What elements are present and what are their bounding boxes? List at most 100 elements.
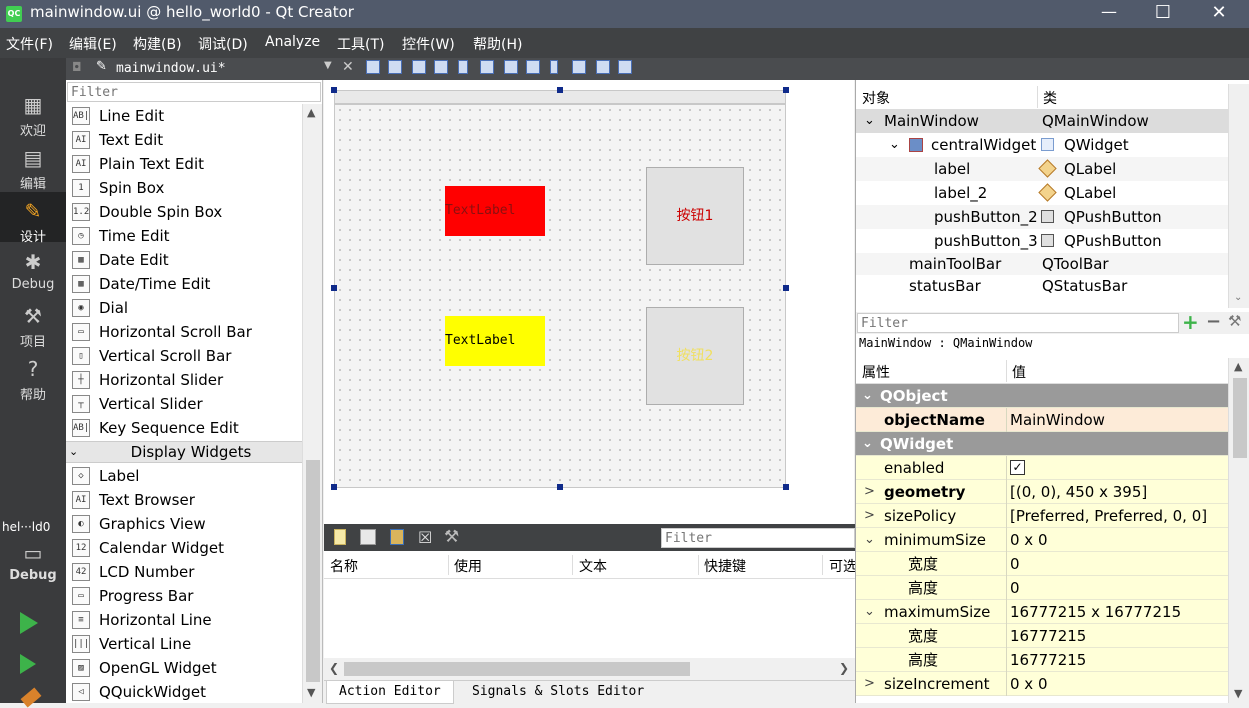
object-tree-row[interactable]: statusBar QStatusBar [856, 275, 1228, 297]
delete-action-icon[interactable]: ☒ [418, 528, 432, 547]
property-value[interactable]: 16777215 [1010, 624, 1086, 648]
mode-edit[interactable]: ▤ 编辑 [0, 145, 66, 192]
property-row[interactable]: 宽度 16777215 [856, 624, 1228, 648]
scroll-down-icon[interactable]: ▼ [1234, 687, 1242, 700]
widget-item[interactable]: AI Text Browser [66, 488, 302, 512]
mode-projects[interactable]: ⚒ 项目 [0, 303, 66, 350]
column-header[interactable]: 名称 [330, 556, 358, 576]
file-dropdown-icon[interactable]: ▼ [324, 60, 332, 71]
scroll-thumb[interactable] [1233, 378, 1247, 458]
object-tree-row[interactable]: pushButton_3 QPushButton [856, 229, 1228, 253]
widget-item[interactable]: AB| Line Edit [66, 104, 302, 128]
resize-handle[interactable] [557, 484, 563, 490]
widget-item[interactable]: ▭ Progress Bar [66, 584, 302, 608]
mode-debug[interactable]: ✱ Debug [0, 249, 66, 292]
property-group[interactable]: ⌄ QWidget [856, 432, 1228, 456]
property-row[interactable]: 高度 16777215 [856, 648, 1228, 672]
remove-property-icon[interactable]: − [1206, 311, 1221, 332]
widget-item[interactable]: ◁ QQuickWidget [66, 680, 302, 703]
layout-horizontal-icon[interactable] [458, 60, 468, 74]
scroll-up-icon[interactable]: ▲ [1234, 360, 1242, 373]
scroll-thumb[interactable] [306, 460, 320, 682]
expand-toggle-icon[interactable]: ⌄ [864, 600, 875, 624]
minimize-icon[interactable]: — [1086, 0, 1132, 28]
build-icon[interactable] [20, 687, 42, 708]
property-row[interactable]: ⌄ maximumSize 16777215 x 16777215 [856, 600, 1228, 624]
mode-welcome[interactable]: ▦ 欢迎 [0, 92, 66, 139]
object-tree-row[interactable]: label_2 QLabel [856, 181, 1228, 205]
property-editor-scrollbar[interactable]: ▲ ▼ [1228, 358, 1249, 703]
property-row[interactable]: 宽度 0 [856, 552, 1228, 576]
scroll-down-icon[interactable]: ⌄ [1234, 292, 1242, 303]
resize-handle[interactable] [331, 87, 337, 93]
resize-handle[interactable] [557, 87, 563, 93]
form-label-yellow[interactable]: TextLabel [445, 316, 545, 366]
form-label-red[interactable]: TextLabel [445, 186, 545, 236]
expand-toggle-icon[interactable]: ⌄ [864, 528, 875, 552]
close-file-icon[interactable]: ✕ [342, 59, 354, 75]
close-icon[interactable]: ✕ [1196, 0, 1242, 28]
widget-item[interactable]: AI Text Edit [66, 128, 302, 152]
object-tree-row[interactable]: label QLabel [856, 157, 1228, 181]
property-filter-input[interactable] [857, 313, 1179, 333]
form-button-2[interactable]: 按钮2 [646, 307, 744, 405]
column-header[interactable]: 可选 [829, 556, 855, 576]
adjust-size-icon[interactable] [618, 60, 632, 74]
property-value[interactable]: 0 [1010, 576, 1020, 600]
scroll-left-icon[interactable]: ❮ [329, 661, 339, 675]
property-value[interactable]: [(0, 0), 450 x 395] [1010, 480, 1147, 504]
run-icon[interactable] [20, 612, 38, 634]
layout-v-splitter-icon[interactable] [526, 60, 540, 74]
add-property-icon[interactable]: + [1182, 310, 1199, 334]
menu-analyze[interactable]: Analyze [265, 34, 320, 50]
form-button-1[interactable]: 按钮1 [646, 167, 744, 265]
new-action-icon[interactable] [334, 529, 346, 545]
scroll-right-icon[interactable]: ❯ [839, 661, 849, 675]
debug-run-icon[interactable] [20, 654, 36, 674]
column-header[interactable]: 文本 [579, 556, 607, 576]
layout-form-icon[interactable] [550, 60, 558, 74]
kit-selector[interactable]: ▭ Debug [0, 540, 66, 583]
menu-edit[interactable]: 编辑(E) [69, 34, 117, 54]
column-header[interactable]: 值 [1012, 362, 1026, 382]
enabled-checkbox[interactable]: ✓ [1010, 460, 1025, 475]
widget-item[interactable]: 42 LCD Number [66, 560, 302, 584]
layout-h-splitter-icon[interactable] [504, 60, 518, 74]
widget-item[interactable]: 12 Calendar Widget [66, 536, 302, 560]
maximize-icon[interactable]: ☐ [1140, 0, 1186, 28]
property-row[interactable]: > sizePolicy [Preferred, Preferred, 0, 0… [856, 504, 1228, 528]
widget-item[interactable]: 1.2 Double Spin Box [66, 200, 302, 224]
property-row[interactable]: ⌄ minimumSize 0 x 0 [856, 528, 1228, 552]
mode-design[interactable]: ✎ 设计 [0, 192, 66, 245]
property-row[interactable]: > geometry [(0, 0), 450 x 395] [856, 480, 1228, 504]
object-tree-row[interactable]: pushButton_2 QPushButton [856, 205, 1228, 229]
column-header[interactable]: 使用 [454, 556, 482, 576]
column-header[interactable]: 快捷键 [704, 556, 746, 576]
property-value[interactable]: 0 x 0 [1010, 672, 1048, 696]
property-value[interactable]: [Preferred, Preferred, 0, 0] [1010, 504, 1207, 528]
menu-debug[interactable]: 调试(D) [198, 34, 248, 54]
property-value[interactable]: MainWindow [1010, 408, 1105, 432]
widget-item[interactable]: AI Plain Text Edit [66, 152, 302, 176]
edit-buddies-icon[interactable] [412, 60, 426, 74]
widgetbox-scrollbar[interactable]: ▲ ▼ [302, 104, 322, 703]
expand-toggle-icon[interactable]: > [864, 480, 875, 504]
object-tree-row[interactable]: mainToolBar QToolBar [856, 253, 1228, 275]
widget-item[interactable]: ▦ Date/Time Edit [66, 272, 302, 296]
menu-help[interactable]: 帮助(H) [473, 34, 522, 54]
scroll-down-icon[interactable]: ▼ [307, 686, 315, 699]
property-row[interactable]: > sizeIncrement 0 x 0 [856, 672, 1228, 696]
property-row[interactable]: objectName MainWindow [856, 408, 1228, 432]
resize-handle[interactable] [783, 87, 789, 93]
object-inspector-scrollbar[interactable]: ⌄ [1228, 84, 1249, 308]
paste-action-icon[interactable] [390, 529, 404, 545]
widget-item[interactable]: ◇ Label [66, 464, 302, 488]
menu-build[interactable]: 构建(B) [133, 34, 182, 54]
action-hscrollbar[interactable]: ❮ ❯ [324, 658, 855, 680]
resize-handle[interactable] [331, 484, 337, 490]
widget-item[interactable]: ◐ Graphics View [66, 512, 302, 536]
widget-item[interactable]: ▨ OpenGL Widget [66, 656, 302, 680]
edit-signals-icon[interactable] [388, 60, 402, 74]
property-value[interactable]: 16777215 [1010, 648, 1086, 672]
edit-tab-order-icon[interactable] [434, 60, 448, 74]
